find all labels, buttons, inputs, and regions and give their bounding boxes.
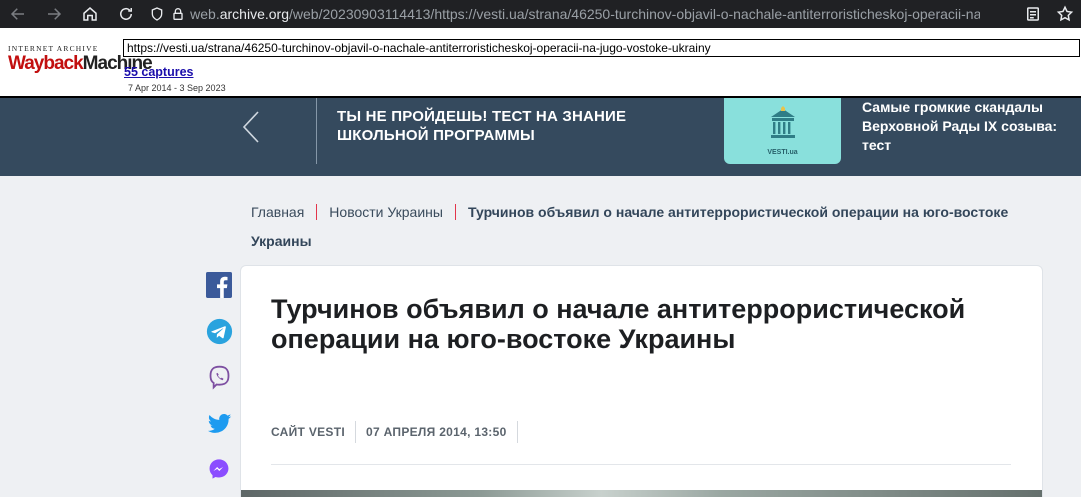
article-meta: Сайт Vesti 07 апреля 2014, 13:50 xyxy=(271,420,528,444)
lock-icon[interactable] xyxy=(169,4,186,24)
breadcrumb-section[interactable]: Новости Украины xyxy=(329,204,443,220)
meta-separator xyxy=(516,421,518,443)
telegram-icon[interactable] xyxy=(204,316,234,346)
parliament-emblem-icon xyxy=(771,106,795,138)
toolbar-right xyxy=(1017,0,1081,28)
article-hero-image xyxy=(241,490,1042,497)
home-icon[interactable] xyxy=(72,0,108,28)
article-card: Турчинов объявил о начале антитеррористи… xyxy=(240,265,1043,497)
promo-thumbnail[interactable]: VESTI.ua xyxy=(724,98,841,164)
capture-date-range: 7 Apr 2014 - 3 Sep 2023 xyxy=(128,83,226,93)
twitter-icon[interactable] xyxy=(204,408,234,438)
promo-banner: Ты не пройдешь! Тест на знание школьной … xyxy=(0,98,1081,176)
wayback-logo[interactable]: INTERNET ARCHIVE WaybackMachine xyxy=(8,44,153,75)
wayback-url-input[interactable]: https://vesti.ua/strana/46250-turchinov-… xyxy=(123,39,1080,57)
reload-icon[interactable] xyxy=(108,0,144,28)
facebook-icon[interactable] xyxy=(204,270,234,300)
reader-mode-icon[interactable] xyxy=(1017,0,1049,28)
shield-icon[interactable] xyxy=(148,4,165,24)
chevron-left-icon[interactable] xyxy=(236,110,266,144)
address-bar[interactable]: web.archive.org/web/20230903114413/https… xyxy=(148,2,980,26)
card-divider xyxy=(271,464,1011,465)
captures-link[interactable]: 55 captures xyxy=(124,65,193,79)
back-arrow-icon[interactable] xyxy=(0,0,36,28)
promo-divider xyxy=(316,98,317,164)
star-icon[interactable] xyxy=(1049,0,1081,28)
meta-separator xyxy=(355,421,356,443)
promo-side-link[interactable]: Самые громкие скандалы Верховной Рады IX… xyxy=(862,98,1081,155)
wayback-toolbar: INTERNET ARCHIVE WaybackMachine https://… xyxy=(0,28,1081,98)
breadcrumb-home[interactable]: Главная xyxy=(251,204,304,220)
share-rail xyxy=(204,270,234,497)
breadcrumb-separator xyxy=(454,204,456,220)
forward-arrow-icon[interactable] xyxy=(36,0,72,28)
article-source[interactable]: Сайт Vesti xyxy=(271,425,345,439)
article-date: 07 апреля 2014, 13:50 xyxy=(366,425,507,439)
breadcrumb-separator xyxy=(316,204,318,220)
breadcrumb: Главная Новости Украины Турчинов объявил о… xyxy=(251,198,1031,256)
browser-toolbar: web.archive.org/web/20230903114413/https… xyxy=(0,0,1081,28)
url-text: web.archive.org/web/20230903114413/https… xyxy=(190,6,980,22)
promo-thumb-label: VESTI.ua xyxy=(767,149,798,156)
viber-icon[interactable] xyxy=(204,362,234,392)
capture-histogram[interactable] xyxy=(675,58,1081,96)
messenger-icon[interactable] xyxy=(204,454,234,484)
promo-title-link[interactable]: Ты не пройдешь! Тест на знание школьной … xyxy=(337,107,637,145)
article-title: Турчинов объявил о начале антитеррористи… xyxy=(271,294,966,354)
